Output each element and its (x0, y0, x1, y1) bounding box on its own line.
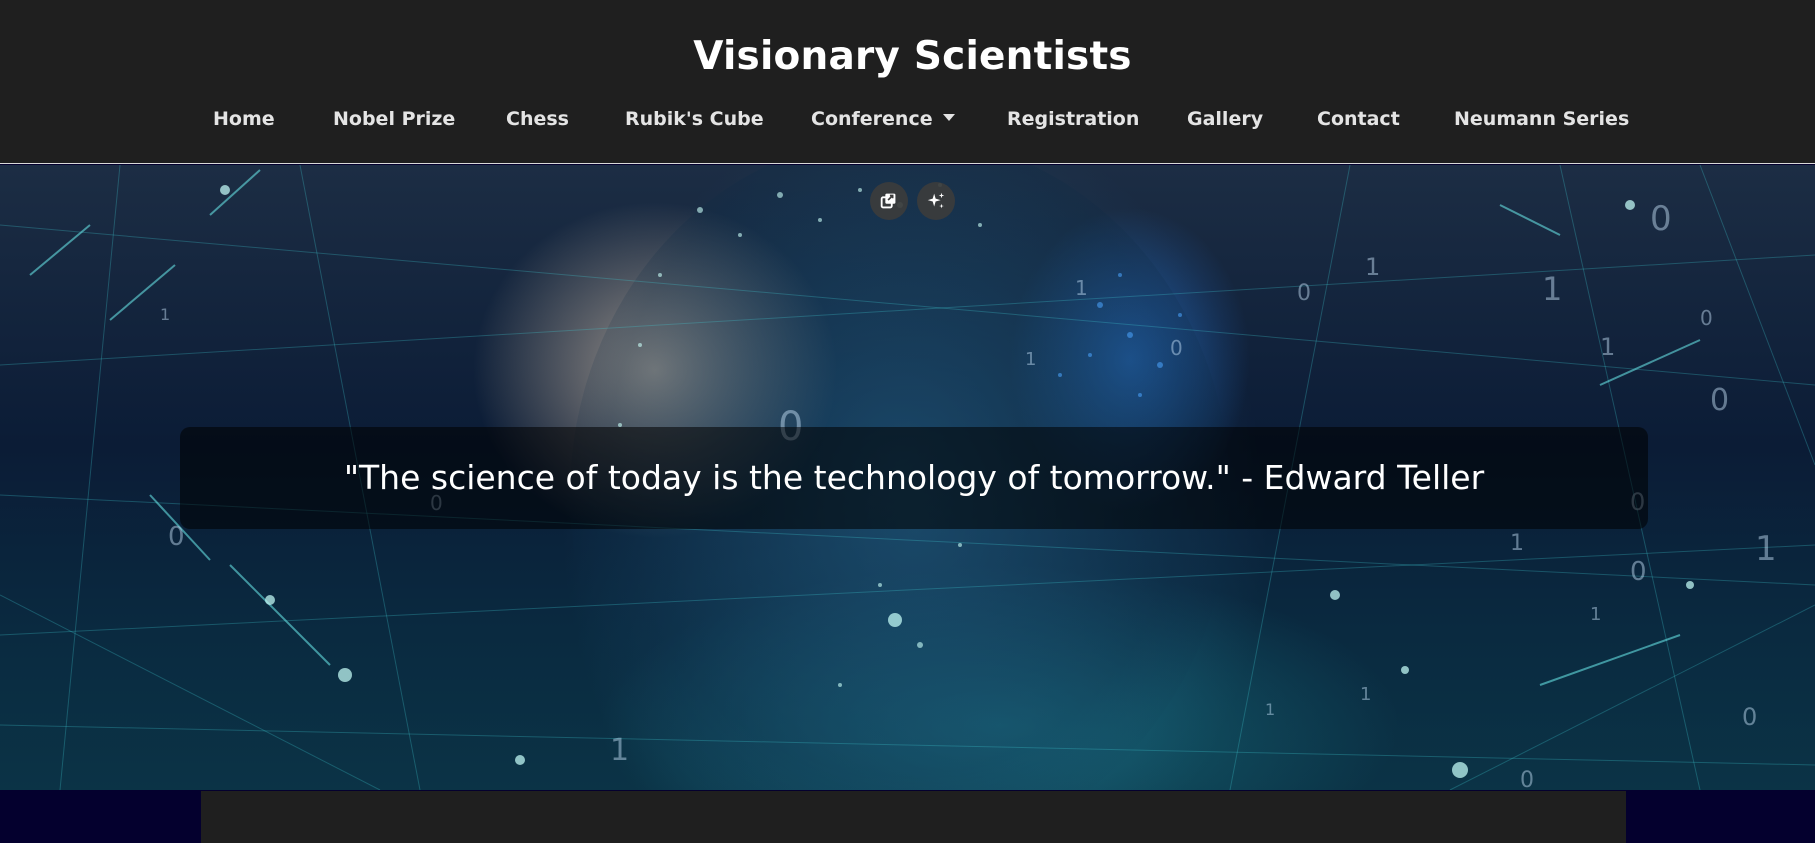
digit-glyph: 1 (1365, 253, 1380, 281)
nav-item-neumann-series[interactable]: Neumann Series (1454, 104, 1629, 134)
nav-item-gallery[interactable]: Gallery (1187, 104, 1263, 134)
digit-glyph: 1 (1075, 276, 1088, 300)
site-title: Visionary Scientists (693, 34, 1132, 79)
digit-glyph: 0 (1630, 557, 1647, 587)
nav-item-chess[interactable]: Chess (506, 104, 569, 134)
digit-glyph: 1 (1542, 270, 1562, 308)
digit-glyph: 1 (1510, 531, 1524, 556)
copy-image-icon (880, 193, 896, 209)
digit-glyph: 0 (1710, 383, 1729, 418)
digit-glyph: 0 (1700, 306, 1713, 330)
hero-quote: "The science of today is the technology … (343, 458, 1485, 497)
sparkle-icon (927, 192, 945, 209)
nav-item-contact[interactable]: Contact (1317, 104, 1400, 134)
digit-glyph: 1 (1025, 349, 1036, 370)
site-header: Visionary Scientists Home Nobel Prize Ch… (0, 0, 1815, 164)
quote-box: "The science of today is the technology … (180, 427, 1648, 529)
digit-glyph: 1 (1360, 684, 1371, 705)
digit-glyph: 1 (1590, 604, 1601, 625)
digit-glyph: 1 (160, 305, 170, 324)
nav-item-registration[interactable]: Registration (1007, 104, 1139, 134)
nav-item-conference-label: Conference (811, 108, 933, 130)
digit-glyph: 0 (1520, 768, 1534, 790)
nav-item-nobel-prize[interactable]: Nobel Prize (333, 104, 455, 134)
digit-glyph: 1 (1600, 333, 1615, 361)
main-nav: Home Nobel Prize Chess Rubik's Cube Conf… (0, 104, 1815, 134)
content-panel (201, 791, 1626, 843)
digit-glyph: 1 (1265, 700, 1275, 719)
digit-glyph: 1 (1755, 529, 1777, 569)
nav-item-conference[interactable]: Conference (811, 104, 955, 134)
nav-item-rubiks-cube[interactable]: Rubik's Cube (625, 104, 764, 134)
sparkle-button[interactable] (917, 182, 955, 220)
digit-glyph: 0 (1170, 336, 1183, 360)
copy-image-button[interactable] (870, 182, 908, 220)
digit-glyph: 1 (610, 733, 629, 768)
digit-glyph: 0 (1297, 281, 1311, 306)
caret-down-icon (942, 114, 955, 121)
nav-item-home[interactable]: Home (213, 104, 275, 134)
digit-glyph: 0 (1650, 199, 1672, 239)
hero-banner: 0 1 1 0 1 0 1 0 1 0 1 0 1 0 1 0 0 1 0 1 … (0, 165, 1815, 790)
digit-glyph: 0 (1742, 703, 1757, 731)
